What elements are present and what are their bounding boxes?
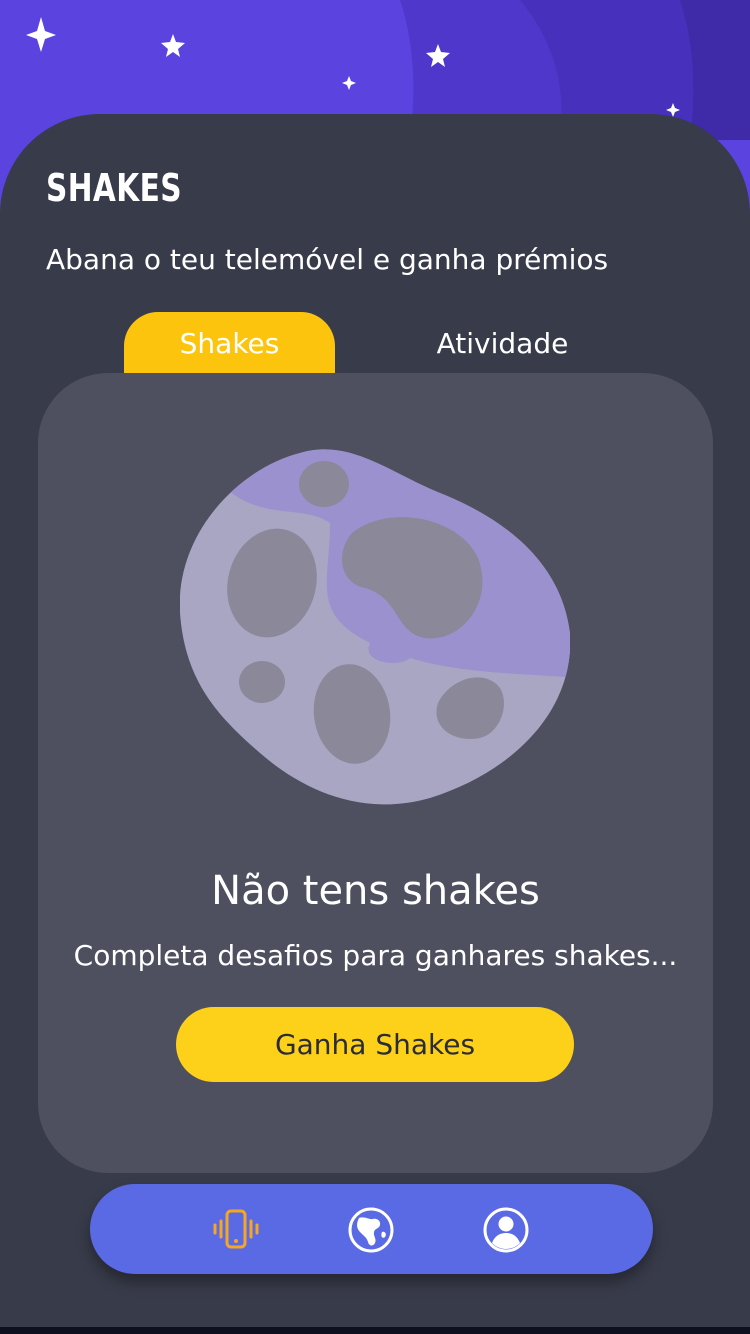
page-title: SHAKES (46, 166, 183, 210)
nav-item-profile[interactable] (482, 1206, 530, 1254)
tab-shakes[interactable]: Shakes (124, 312, 335, 374)
asteroid-illustration (180, 449, 570, 805)
earn-shakes-button[interactable]: Ganha Shakes (176, 1007, 574, 1082)
nav-item-shakes[interactable] (212, 1206, 260, 1254)
home-indicator-strip (0, 1327, 750, 1334)
page-subtitle: Abana o teu telemóvel e ganha prémios (46, 243, 609, 276)
star-icon (161, 34, 185, 57)
earn-shakes-button-label: Ganha Shakes (274, 1028, 476, 1061)
empty-state-description: Completa desafios para ganhares shakes..… (73, 939, 678, 972)
nav-item-world[interactable] (347, 1206, 395, 1254)
empty-state-title: Não tens shakes (211, 868, 540, 914)
profile-icon (483, 1207, 529, 1253)
tab-activity[interactable]: Atividade (400, 312, 605, 374)
tab-shakes-label: Shakes (179, 326, 280, 360)
shakes-card: Não tens shakes Completa desafios para g… (38, 373, 713, 1173)
bottom-navigation (90, 1184, 653, 1274)
tab-activity-label: Atividade (436, 326, 569, 360)
globe-icon (348, 1207, 394, 1253)
star-icon (26, 17, 56, 52)
star-icon (342, 76, 356, 90)
vibrating-phone-icon (213, 1209, 259, 1249)
